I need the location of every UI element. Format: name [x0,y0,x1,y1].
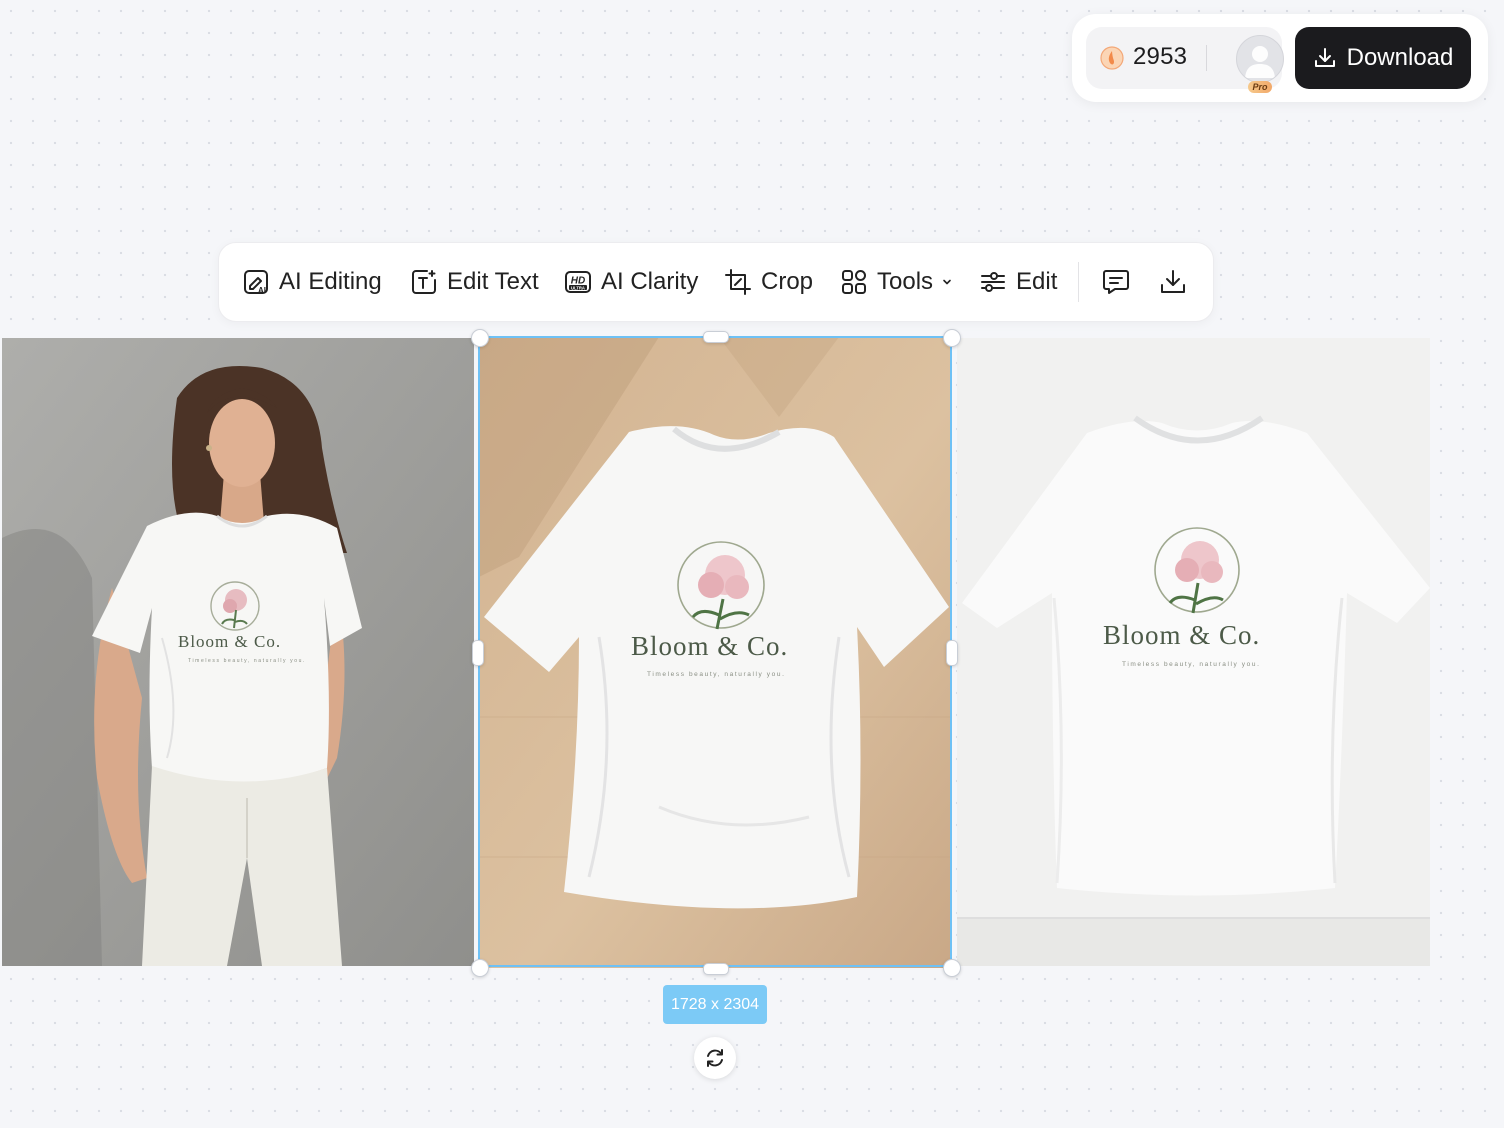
resize-handle-right[interactable] [946,640,958,666]
ultra-icon-text: ULTRA [571,285,585,290]
svg-text:AI: AI [258,286,266,295]
resize-handle-bottom-left[interactable] [471,959,489,977]
left-tagline: Timeless beauty, naturally you. [188,658,306,664]
comment-icon [1103,270,1129,294]
crop-icon [725,269,751,295]
regenerate-button[interactable] [694,1037,736,1079]
center-brand-name: Bloom & Co. [631,631,789,661]
resize-handle-left[interactable] [472,640,484,666]
edit-label: Edit [1016,268,1058,295]
download-button[interactable]: Download [1295,27,1471,89]
image-toolbar: AI AI Editing Edit Text HD ULTRA AI Clar… [218,242,1214,322]
resize-handle-top[interactable] [703,331,729,343]
resize-handle-top-right[interactable] [943,329,961,347]
image-flatlay-selected[interactable]: Bloom & Co. Timeless beauty, naturally y… [479,337,952,968]
image-model-tshirt[interactable]: Bloom & Co. Timeless beauty, naturally y… [2,338,474,966]
edit-button[interactable]: Edit [980,243,1057,321]
comment-button[interactable] [1102,243,1130,321]
ai-editing-label: AI Editing [279,268,382,295]
pro-badge: Pro [1248,81,1272,93]
edit-text-button[interactable]: Edit Text [411,243,539,321]
coin-icon [1100,46,1124,70]
crop-button[interactable]: Crop [725,243,813,321]
download-image-button[interactable] [1159,243,1187,321]
crop-label: Crop [761,268,814,295]
edit-text-label: Edit Text [447,268,539,295]
hd-ultra-icon: HD ULTRA [565,271,591,293]
toolbar-divider [1078,262,1079,302]
chevron-down-icon [943,279,951,285]
resize-handle-top-left[interactable] [471,329,489,347]
refresh-icon [707,1049,723,1067]
avatar[interactable] [1236,35,1284,83]
ai-editing-button[interactable]: AI AI Editing [243,243,382,321]
credits-box[interactable]: 2953 Pro [1086,27,1284,93]
grid-icon [842,270,866,294]
resize-handle-bottom-right[interactable] [943,959,961,977]
left-brand-name: Bloom & Co. [178,632,282,651]
download-icon [1161,270,1185,293]
text-edit-icon [412,270,436,294]
credits-divider [1206,45,1207,71]
right-tagline: Timeless beauty, naturally you. [1122,661,1261,668]
center-tagline: Timeless beauty, naturally you. [647,671,786,678]
dimensions-badge: 1728 x 2304 [663,985,767,1024]
ai-clarity-button[interactable]: HD ULTRA AI Clarity [565,243,698,321]
right-brand-name: Bloom & Co. [1103,620,1261,650]
sliders-icon [981,272,1005,292]
ai-edit-icon: AI [244,270,268,295]
user-icon [1245,46,1275,78]
download-icon [1314,48,1335,67]
account-panel: 2953 Pro Download [1072,14,1488,102]
image-tshirt-wall[interactable]: Bloom & Co. Timeless beauty, naturally y… [957,338,1430,966]
ai-clarity-label: AI Clarity [601,268,699,295]
tools-dropdown[interactable]: Tools [841,243,953,321]
download-button-label: Download [1346,44,1454,71]
credits-count: 2953 [1133,43,1188,70]
tools-label: Tools [877,268,934,295]
resize-handle-bottom[interactable] [703,963,729,975]
